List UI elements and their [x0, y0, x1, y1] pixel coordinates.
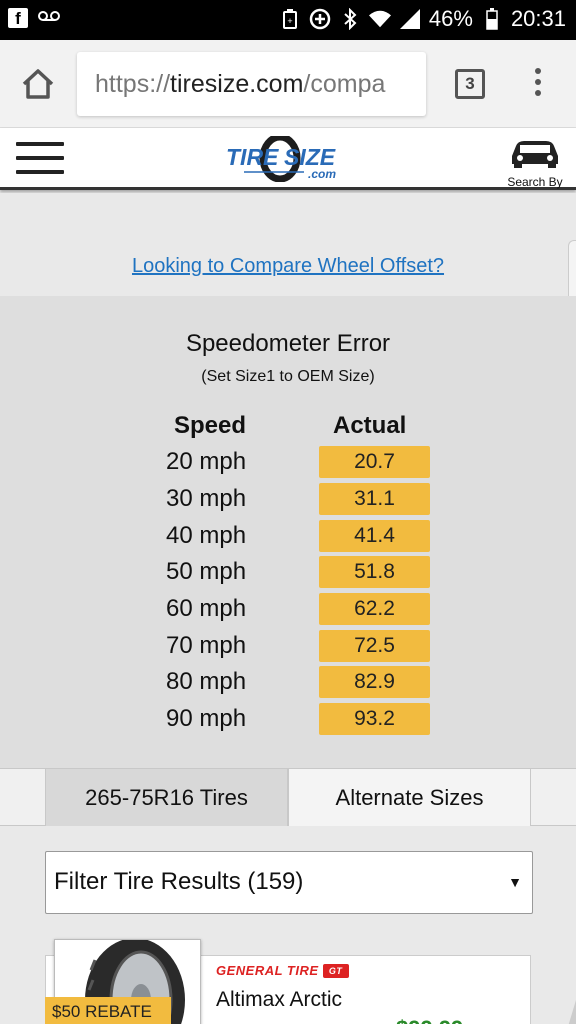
- speed-row: 50 mph 51.8: [0, 556, 576, 590]
- speed-value: 60 mph: [166, 595, 247, 622]
- speed-row: 60 mph 62.2: [0, 593, 576, 627]
- brand-logo: GENERAL TIRE GT: [216, 963, 349, 978]
- speed-value: 30 mph: [166, 485, 247, 512]
- rebate-badge: $50 REBATE: [45, 997, 171, 1024]
- wifi-icon: [368, 8, 391, 30]
- browser-toolbar: https://tiresize.com/compa 3: [0, 40, 576, 128]
- speed-value: 80 mph: [166, 668, 247, 695]
- hamburger-menu-icon[interactable]: [16, 142, 64, 176]
- size-tabs: 265-75R16 Tires Alternate Sizes: [0, 768, 576, 826]
- speedometer-title: Speedometer Error: [185, 330, 391, 357]
- tab-alternate-sizes[interactable]: Alternate Sizes: [288, 769, 531, 826]
- compare-wheel-offset-link[interactable]: Looking to Compare Wheel Offset?: [0, 255, 576, 278]
- search-by-vehicle-button[interactable]: Search By: [504, 136, 566, 189]
- speed-row: 80 mph 82.9: [0, 666, 576, 700]
- url-prefix: https://: [95, 70, 171, 98]
- brand-badge: GT: [322, 964, 349, 978]
- actual-value: 41.4: [319, 520, 430, 552]
- tab-switcher-button[interactable]: 3: [455, 69, 485, 99]
- speed-row: 70 mph 72.5: [0, 630, 576, 664]
- tab-current-size[interactable]: 265-75R16 Tires: [45, 769, 288, 826]
- car-icon: [512, 141, 558, 168]
- svg-text:TIRE: TIRE: [226, 144, 279, 170]
- clock: 20:31: [510, 6, 566, 31]
- home-icon[interactable]: [20, 66, 56, 102]
- actual-value: 72.5: [319, 630, 430, 662]
- actual-value: 62.2: [319, 593, 430, 625]
- speed-row: 30 mph 31.1: [0, 483, 576, 517]
- next-arrow-icon[interactable]: [543, 990, 576, 1024]
- data-saver-icon: [309, 8, 331, 30]
- speed-value: 70 mph: [166, 632, 247, 659]
- speed-row: 20 mph 20.7: [0, 446, 576, 480]
- speed-value: 40 mph: [166, 522, 247, 549]
- brand-name: GENERAL TIRE: [216, 963, 319, 978]
- url-path: /compa: [303, 70, 386, 98]
- url-domain: tiresize.com: [170, 70, 304, 98]
- speed-value: 20 mph: [166, 448, 247, 475]
- site-header: TIRE SIZE .com Search By: [0, 128, 576, 190]
- speedometer-error-panel: Speedometer Error (Set Size1 to OEM Size…: [0, 296, 576, 768]
- bluetooth-icon: [339, 8, 361, 30]
- status-bar: f + 46% 20:31: [0, 0, 576, 40]
- battery-icon: [481, 8, 503, 30]
- search-by-label: Search By: [507, 175, 563, 189]
- offset-link-section: Looking to Compare Wheel Offset?: [0, 193, 576, 296]
- filter-label: Filter Tire Results (159): [54, 868, 304, 895]
- actual-value: 82.9: [319, 666, 430, 698]
- actual-value: 93.2: [319, 703, 430, 735]
- actual-value: 20.7: [319, 446, 430, 478]
- speed-column-header: Speed: [174, 412, 247, 439]
- battery-percent: 46%: [428, 6, 473, 31]
- svg-text:.com: .com: [308, 167, 336, 181]
- speed-row: 40 mph 41.4: [0, 520, 576, 554]
- facebook-icon: f: [8, 8, 28, 28]
- overflow-menu-icon[interactable]: [530, 68, 546, 102]
- product-price: $99.99: [396, 1016, 463, 1024]
- product-name[interactable]: Altimax Arctic: [216, 988, 342, 1012]
- speed-value: 90 mph: [166, 705, 247, 732]
- dropdown-arrow-icon: ▼: [508, 874, 522, 890]
- svg-text:+: +: [287, 16, 292, 26]
- actual-value: 51.8: [319, 556, 430, 588]
- actual-column-header: Actual: [333, 412, 407, 439]
- site-logo[interactable]: TIRE SIZE .com: [224, 133, 352, 183]
- speed-value: 50 mph: [166, 558, 247, 585]
- speed-row: 90 mph 93.2: [0, 703, 576, 737]
- url-bar[interactable]: https://tiresize.com/compa: [77, 52, 426, 116]
- filter-results-select[interactable]: Filter Tire Results (159) ▼: [45, 851, 533, 914]
- voicemail-icon: [38, 9, 60, 27]
- speedometer-subtitle: (Set Size1 to OEM Size): [201, 368, 375, 385]
- battery-saver-icon: +: [279, 8, 301, 30]
- signal-icon: [399, 8, 421, 30]
- actual-value: 31.1: [319, 483, 430, 515]
